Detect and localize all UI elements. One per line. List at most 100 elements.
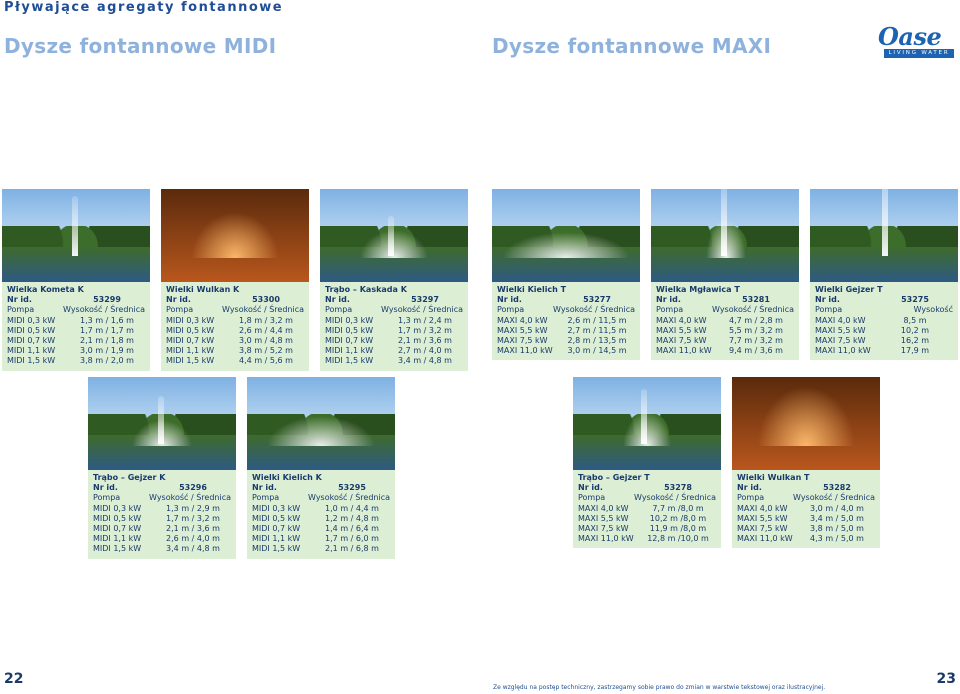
product-id: 53277 xyxy=(583,295,611,305)
product-card: Trąbo – Gejzer K Nr id. 53296 Pompa Wysokość… xyxy=(88,377,236,559)
product-id-row: Nr id. 53295 xyxy=(252,483,390,493)
spec-row: MIDI 0,3 kW 1,3 m / 1,6 m xyxy=(7,316,145,326)
pump-value: MIDI 0,7 kW xyxy=(325,336,374,346)
pump-value: MAXI 5,5 kW xyxy=(815,325,866,335)
logo-tagline: LIVING WATER xyxy=(884,49,954,58)
product-id-row: Nr id. 53277 xyxy=(497,295,635,305)
spec-row: MAXI 5,5 kW 10,2 m /8,0 m xyxy=(578,514,716,524)
product-id: 53282 xyxy=(823,483,851,493)
size-value: 1,3 m / 1,6 m xyxy=(80,315,134,325)
id-label: Nr id. xyxy=(656,295,681,305)
product-name: Wielki Kielich T xyxy=(497,285,567,294)
pump-column-header: Pompa xyxy=(497,305,525,315)
size-value: 2,1 m / 6,8 m xyxy=(325,544,379,554)
product-card: Trąbo – Kaskada K Nr id. 53297 Pompa Wysokoś… xyxy=(320,189,468,371)
size-value: 3,0 m / 4,0 m xyxy=(810,503,864,513)
product-card: Wielki Gejzer T Nr id. 53275 Pompa Wysokość M… xyxy=(810,189,958,361)
spec-row: MIDI 1,1 kW 2,7 m / 4,0 m xyxy=(325,346,463,356)
size-value: 3,0 m / 4,8 m xyxy=(239,336,293,346)
id-label: Nr id. xyxy=(578,483,603,493)
spec-row: MIDI 0,5 kW 1,7 m / 1,7 m xyxy=(7,326,145,336)
pump-value: MIDI 0,7 kW xyxy=(93,524,142,534)
spec-row: MIDI 0,3 kW 1,0 m / 4,4 m xyxy=(252,504,390,514)
size-value: 1,3 m / 2,9 m xyxy=(166,503,220,513)
pump-value: MIDI 0,5 kW xyxy=(93,513,142,523)
pump-column-header: Pompa xyxy=(578,493,606,503)
pump-column-header: Pompa xyxy=(737,493,765,503)
pump-value: MIDI 1,5 kW xyxy=(252,544,301,554)
spec-row: MAXI 7,5 kW 7,7 m / 3,2 m xyxy=(656,336,794,346)
spec-row: MIDI 1,5 kW 3,8 m / 2,0 m xyxy=(7,356,145,366)
product-id-row: Nr id. 53297 xyxy=(325,295,463,305)
pump-value: MAXI 7,5 kW xyxy=(578,524,629,534)
pump-value: MAXI 5,5 kW xyxy=(497,325,548,335)
spec-table: Wielki Kielich T Nr id. 53277 Pompa Wysokość… xyxy=(492,282,640,361)
size-value: 10,2 m xyxy=(900,325,930,335)
size-column-header: Wysokość / Średnica xyxy=(634,493,716,503)
pump-value: MIDI 1,1 kW xyxy=(7,346,56,356)
size-value: 3,0 m / 1,9 m xyxy=(80,346,134,356)
size-value: 7,7 m /8,0 m xyxy=(652,503,704,513)
maxi-heading: Dysze fontannowe MAXI xyxy=(492,34,772,58)
product-card: Wielki Wulkan K Nr id. 53300 Pompa Wysokość … xyxy=(161,189,309,371)
size-value: 2,6 m / 4,0 m xyxy=(166,534,220,544)
size-value: 10,2 m /8,0 m xyxy=(649,513,707,523)
spec-row: MAXI 5,5 kW 5,5 m / 3,2 m xyxy=(656,326,794,336)
product-card: Wielki Kielich T Nr id. 53277 Pompa Wysokość… xyxy=(492,189,640,361)
pump-value: MAXI 5,5 kW xyxy=(737,513,788,523)
id-label: Nr id. xyxy=(7,295,32,305)
pump-value: MIDI 0,5 kW xyxy=(252,513,301,523)
product-id: 53295 xyxy=(338,483,366,493)
pump-value: MAXI 4,0 kW xyxy=(656,315,707,325)
pump-value: MIDI 1,1 kW xyxy=(252,534,301,544)
pump-value: MAXI 11,0 kW xyxy=(656,346,712,356)
pump-value: MIDI 0,3 kW xyxy=(93,503,142,513)
spec-row: MIDI 0,3 kW 1,3 m / 2,4 m xyxy=(325,316,463,326)
spec-row: MAXI 5,5 kW 2,7 m / 11,5 m xyxy=(497,326,635,336)
size-value: 1,7 m / 3,2 m xyxy=(166,513,220,523)
product-id: 53275 xyxy=(901,295,929,305)
fountain-photo xyxy=(732,377,880,470)
size-value: 4,3 m / 5,0 m xyxy=(810,534,864,544)
pump-value: MAXI 5,5 kW xyxy=(656,325,707,335)
size-value: 3,8 m / 2,0 m xyxy=(80,356,134,366)
product-id: 53297 xyxy=(411,295,439,305)
size-value: 1,7 m / 6,0 m xyxy=(325,534,379,544)
pump-value: MIDI 0,5 kW xyxy=(7,325,56,335)
product-card: Trąbo – Gejzer T Nr id. 53278 Pompa Wysokość… xyxy=(573,377,721,549)
product-name: Trąbo – Gejzer T xyxy=(578,473,650,482)
product-name: Wielki Wulkan K xyxy=(166,285,240,294)
pump-value: MIDI 0,7 kW xyxy=(7,336,56,346)
spec-row: MIDI 1,5 kW 2,1 m / 6,8 m xyxy=(252,544,390,554)
size-value: 12,8 m /10,0 m xyxy=(647,534,709,544)
spec-row: MAXI 7,5 kW 2,8 m / 13,5 m xyxy=(497,336,635,346)
pump-value: MAXI 4,0 kW xyxy=(815,315,866,325)
spec-row: MIDI 1,5 kW 4,4 m / 5,6 m xyxy=(166,356,304,366)
size-value: 3,4 m / 4,8 m xyxy=(398,356,452,366)
size-value: 1,2 m / 4,8 m xyxy=(325,513,379,523)
spec-row: MAXI 7,5 kW 3,8 m / 5,0 m xyxy=(737,524,875,534)
section-title: Pływające agregaty fontannowe xyxy=(4,0,284,15)
product-id-row: Nr id. 53296 xyxy=(93,483,231,493)
product-card: Wielka Kometa K Nr id. 53299 Pompa Wysokość … xyxy=(2,189,150,371)
spec-row: MAXI 11,0 kW 17,9 m xyxy=(815,346,953,356)
spec-row: MIDI 0,7 kW 2,1 m / 3,6 m xyxy=(93,524,231,534)
spec-row: MIDI 1,1 kW 3,0 m / 1,9 m xyxy=(7,346,145,356)
pump-column-header: Pompa xyxy=(252,493,280,503)
size-value: 8,5 m xyxy=(903,315,927,325)
size-value: 2,6 m / 4,4 m xyxy=(239,325,293,335)
spec-header: Pompa Wysokość / Średnica xyxy=(93,493,231,503)
spec-row: MAXI 11,0 kW 3,0 m / 14,5 m xyxy=(497,346,635,356)
spec-row: MIDI 0,7 kW 3,0 m / 4,8 m xyxy=(166,336,304,346)
fountain-photo xyxy=(88,377,236,470)
spec-table: Trąbo – Gejzer T Nr id. 53278 Pompa Wysokość… xyxy=(573,470,721,549)
product-id-row: Nr id. 53282 xyxy=(737,483,875,493)
fountain-photo xyxy=(810,189,958,282)
spec-row: MIDI 0,5 kW 2,6 m / 4,4 m xyxy=(166,326,304,336)
spec-table: Wielka Kometa K Nr id. 53299 Pompa Wysokość … xyxy=(2,282,150,371)
pump-value: MAXI 11,0 kW xyxy=(815,346,871,356)
size-value: 5,5 m / 3,2 m xyxy=(729,325,783,335)
spec-header: Pompa Wysokość / Średnica xyxy=(325,305,463,315)
spec-table: Wielki Wulkan K Nr id. 53300 Pompa Wysokość … xyxy=(161,282,309,371)
page-number-right: 23 xyxy=(936,671,956,687)
